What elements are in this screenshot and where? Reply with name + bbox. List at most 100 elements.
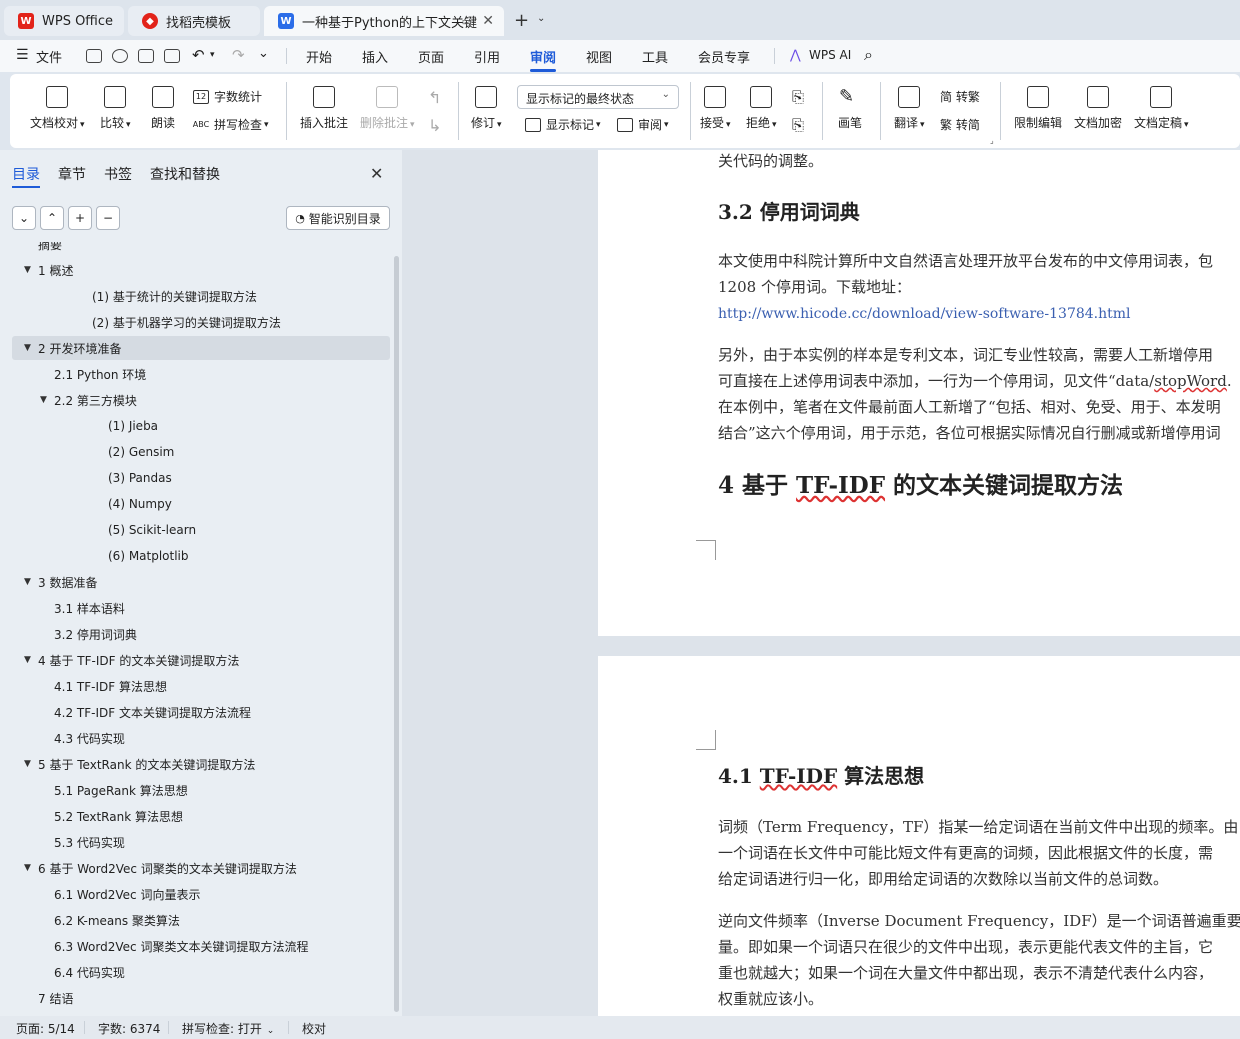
tab-document[interactable]: W 一种基于Python的上下文关键 ▭ ✕ — [264, 6, 504, 36]
tab-docer[interactable]: ◆ 找稻壳模板 — [128, 6, 260, 36]
menu-review[interactable]: 审阅 — [530, 47, 557, 72]
to-simplified-button[interactable]: 繁 转简 — [940, 116, 980, 133]
next-comment-icon[interactable]: ↳ — [428, 116, 441, 135]
undo-dropdown-icon[interactable]: ▾ — [210, 50, 215, 60]
toc-item[interactable]: 3.1 样本语料 — [12, 596, 390, 620]
toc-item[interactable]: 5.1 PageRank 算法思想 — [12, 778, 390, 802]
toc-item[interactable]: ▼ 1 概述 — [12, 258, 390, 282]
toc-item[interactable]: 2.1 Python 环境 — [12, 362, 390, 386]
toc-item[interactable]: (1) Jieba — [12, 414, 390, 438]
menu-home[interactable]: 开始 — [306, 47, 332, 66]
undo-icon[interactable]: ↶ — [192, 46, 205, 64]
encrypt-button[interactable]: 文档加密 — [1074, 86, 1122, 131]
chevron-down-icon[interactable]: ⌄ — [537, 13, 545, 24]
review-pane-button[interactable]: 审阅 ▾ — [617, 116, 669, 133]
add-heading-button[interactable]: + — [68, 206, 92, 230]
menu-wps-ai[interactable]: WPS AI — [809, 48, 851, 62]
tab-find-replace[interactable]: 查找和替换 — [150, 164, 220, 184]
toc-item[interactable]: 4.1 TF-IDF 算法思想 — [12, 674, 390, 698]
expand-arrow-icon[interactable]: ▼ — [40, 395, 47, 405]
toc-item[interactable]: (5) Scikit-learn — [12, 518, 390, 542]
page-indicator[interactable]: 页面: 5/14 — [16, 1020, 75, 1037]
toc-item[interactable]: (6) Matplotlib — [12, 544, 390, 568]
toc-item[interactable]: 6.1 Word2Vec 词向量表示 — [12, 882, 390, 906]
collapse-all-button[interactable]: ⌄ — [12, 206, 36, 230]
toc-item[interactable]: (4) Numpy — [12, 492, 390, 516]
toc-item[interactable]: (3) Pandas — [12, 466, 390, 490]
toc-item[interactable]: 5.2 TextRank 算法思想 — [12, 804, 390, 828]
toc-item[interactable]: ▼ 6 基于 Word2Vec 词聚类的文本关键词提取方法 — [12, 856, 390, 880]
to-traditional-button[interactable]: 简 转繁 — [940, 88, 980, 105]
toc-item[interactable]: 5.3 代码实现 — [12, 830, 390, 854]
scrollbar[interactable] — [394, 256, 399, 1012]
reject-button[interactable]: 拒绝 ▾ — [746, 86, 777, 131]
prev-comment-icon[interactable]: ↰ — [428, 88, 441, 107]
pen-button[interactable]: ✎ 画笔 — [838, 86, 862, 131]
expand-arrow-icon[interactable]: ▼ — [24, 863, 31, 873]
toc-item[interactable]: 7 结语 — [12, 986, 390, 1010]
redo-icon[interactable]: ↷ — [232, 46, 245, 64]
close-icon[interactable]: ✕ — [370, 164, 383, 183]
read-aloud-button[interactable]: 朗读 — [151, 86, 175, 131]
compare-button[interactable]: 比较 ▾ — [100, 86, 131, 131]
toc-item[interactable]: (2) 基于机器学习的关键词提取方法 — [12, 310, 390, 334]
menu-references[interactable]: 引用 — [474, 47, 500, 66]
toc-item[interactable]: ▼ 2 开发环境准备 — [12, 336, 390, 360]
expand-arrow-icon[interactable]: ▼ — [24, 265, 31, 275]
insert-comment-button[interactable]: 插入批注 — [300, 86, 348, 131]
menu-icon[interactable]: ☰ — [16, 47, 29, 63]
new-tab-icon[interactable]: + — [514, 10, 529, 31]
spell-check-button[interactable]: ABC 拼写检查 ▾ — [193, 116, 269, 133]
tab-sections[interactable]: 章节 — [58, 164, 86, 184]
save-icon[interactable] — [86, 49, 102, 63]
toc-item[interactable]: 6.4 代码实现 — [12, 960, 390, 984]
expand-dialog-icon[interactable]: ⌟ — [990, 136, 994, 145]
word-count-indicator[interactable]: 字数: 6374 — [98, 1020, 160, 1037]
toc-item[interactable]: ▼ 4 基于 TF-IDF 的文本关键词提取方法 — [12, 648, 390, 672]
expand-up-button[interactable]: ⌃ — [40, 206, 64, 230]
word-count-button[interactable]: 12 字数统计 — [193, 88, 262, 105]
expand-arrow-icon[interactable]: ▼ — [24, 655, 31, 665]
menu-view[interactable]: 视图 — [586, 47, 612, 66]
export-icon[interactable] — [112, 49, 128, 63]
toc-item[interactable]: ▼ 2.2 第三方模块 — [12, 388, 390, 412]
download-link[interactable]: http://www.hicode.cc/download/view-softw… — [718, 306, 1131, 322]
finalize-button[interactable]: 文档定稿 ▾ — [1134, 86, 1189, 131]
toc-item[interactable]: 6.3 Word2Vec 词聚类文本关键词提取方法流程 — [12, 934, 390, 958]
menu-tools[interactable]: 工具 — [642, 47, 668, 66]
expand-arrow-icon[interactable]: ▼ — [24, 759, 31, 769]
toc-item[interactable]: 6.2 K-means 聚类算法 — [12, 908, 390, 932]
proofread-button[interactable]: 文档校对 ▾ — [30, 86, 85, 131]
next-change-icon[interactable]: ⎘ — [792, 116, 804, 134]
menu-page[interactable]: 页面 — [418, 47, 444, 66]
toc-item[interactable]: 4.3 代码实现 — [12, 726, 390, 750]
restrict-edit-button[interactable]: 限制编辑 — [1014, 86, 1062, 131]
delete-comment-button[interactable]: 删除批注 ▾ — [360, 86, 415, 131]
accept-button[interactable]: 接受 ▾ — [700, 86, 731, 131]
toc-item[interactable]: 3.2 停用词词典 — [12, 622, 390, 646]
proofread-status[interactable]: 校对 — [302, 1020, 326, 1037]
show-markup-button[interactable]: 显示标记 ▾ — [525, 116, 601, 133]
toc-item[interactable]: ▼ 3 数据准备 — [12, 570, 390, 594]
monitor-icon[interactable]: ▭ — [462, 15, 472, 28]
menu-insert[interactable]: 插入 — [362, 47, 388, 66]
toc-item[interactable]: 摘要 — [12, 242, 390, 256]
toc-item[interactable]: (1) 基于统计的关键词提取方法 — [12, 284, 390, 308]
translate-button[interactable]: 翻译 ▾ — [894, 86, 925, 131]
menu-file[interactable]: 文件 — [36, 47, 62, 66]
tab-toc[interactable]: 目录 — [12, 164, 40, 188]
tab-bookmarks[interactable]: 书签 — [104, 164, 132, 184]
toc-item[interactable]: 4.2 TF-IDF 文本关键词提取方法流程 — [12, 700, 390, 724]
toc-item[interactable]: (2) Gensim — [12, 440, 390, 464]
tab-wps-office[interactable]: W WPS Office — [4, 6, 124, 36]
expand-arrow-icon[interactable]: ▼ — [24, 343, 31, 353]
prev-change-icon[interactable]: ⎘ — [792, 88, 804, 106]
expand-arrow-icon[interactable]: ▼ — [24, 577, 31, 587]
more-chevron-icon[interactable]: ⌄ — [258, 46, 269, 61]
track-changes-button[interactable]: 修订 ▾ — [471, 86, 502, 131]
smart-toc-button[interactable]: ◔ 智能识别目录 — [286, 206, 390, 230]
toc-item[interactable]: ▼ 5 基于 TextRank 的文本关键词提取方法 — [12, 752, 390, 776]
remove-heading-button[interactable]: − — [96, 206, 120, 230]
markup-state-select[interactable]: 显示标记的最终状态 ⌄ — [517, 85, 679, 109]
spell-check-status[interactable]: 拼写检查: 打开 ⌄ — [182, 1020, 274, 1037]
